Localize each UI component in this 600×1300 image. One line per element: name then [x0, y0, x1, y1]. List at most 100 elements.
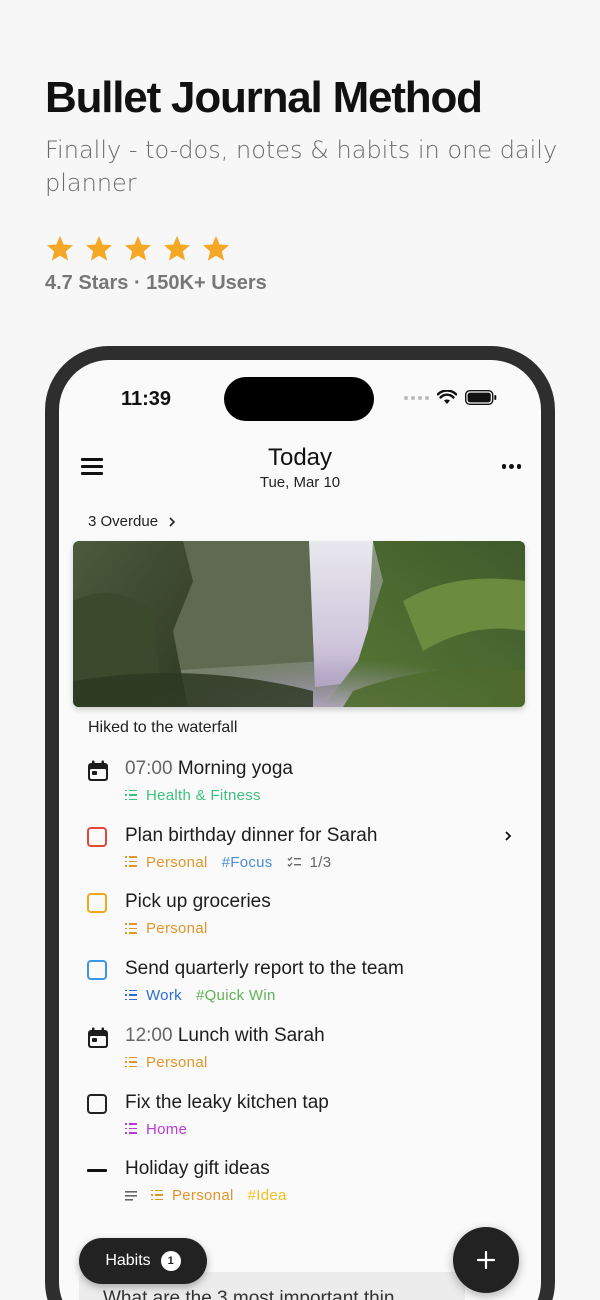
list-icon	[125, 989, 137, 1003]
note-icon	[125, 1191, 137, 1201]
list-tag: Personal	[125, 1054, 208, 1071]
item-title: Plan birthday dinner for Sarah	[125, 825, 377, 847]
tag-label: Work	[146, 987, 182, 1005]
tag-label: 1/3	[309, 853, 332, 871]
note-indicator	[125, 1190, 137, 1201]
hashtag: #Focus	[222, 854, 273, 871]
rating-stars	[45, 234, 565, 264]
expand-chevron-icon[interactable]	[503, 831, 513, 841]
star-icon	[125, 235, 151, 261]
item-title-text: Send quarterly report to the team	[125, 958, 404, 980]
wifi-icon	[437, 390, 457, 404]
phone-screen: 11:39 Today Tue, Mar 10 3 Overdue Hiked …	[59, 360, 541, 1300]
list-tag: Work	[125, 987, 182, 1004]
task-item[interactable]: Plan birthday dinner for Sarah Personal #F…	[87, 825, 517, 881]
list-tag: Health & Fitness	[125, 787, 261, 804]
task-checkbox[interactable]	[87, 826, 109, 849]
task-checkbox[interactable]	[87, 893, 109, 915]
hashtag: #Idea	[248, 1187, 287, 1204]
item-meta: Personal	[125, 1054, 208, 1071]
item-meta: Personal	[125, 920, 208, 937]
list-icon	[125, 1056, 137, 1070]
item-meta: Personal #Idea	[125, 1187, 287, 1204]
note-dash-icon	[87, 1160, 109, 1182]
item-title: 12:00 Lunch with Sarah	[125, 1025, 325, 1047]
chevron-right-icon	[169, 516, 176, 527]
tag-label: Health & Fitness	[146, 787, 261, 804]
note-item[interactable]: Holiday gift ideas Personal #Idea	[87, 1158, 517, 1214]
item-title: Pick up groceries	[125, 891, 271, 913]
prompt-text: What are the 3 most important thin	[103, 1288, 395, 1300]
subtask-progress: 1/3	[287, 854, 332, 871]
item-meta: Personal #Focus 1/3	[125, 854, 331, 871]
task-item[interactable]: Send quarterly report to the team Work #Qu…	[87, 958, 517, 1014]
overdue-link[interactable]: 3 Overdue	[88, 513, 176, 530]
event-item[interactable]: 07:00 Morning yoga Health & Fitness	[87, 758, 517, 814]
list-tag: Personal	[125, 920, 208, 937]
tag-label: #Idea	[247, 1187, 287, 1205]
item-title-text: Holiday gift ideas	[125, 1158, 270, 1180]
tag-label: Personal	[146, 920, 208, 938]
calendar-icon	[87, 760, 109, 782]
list-icon	[151, 1189, 163, 1203]
star-icon	[47, 235, 73, 261]
page-date: Tue, Mar 10	[259, 474, 341, 491]
promo-title: Bullet Journal Method	[45, 73, 483, 122]
item-title: Fix the leaky kitchen tap	[125, 1092, 329, 1114]
hashtag: #Quick Win	[196, 987, 276, 1004]
list-tag: Personal	[151, 1187, 234, 1204]
photo-caption: Hiked to the waterfall	[88, 719, 238, 736]
waterfall-image	[73, 541, 525, 707]
item-title-text: Lunch with Sarah	[177, 1024, 325, 1046]
star-icon	[86, 235, 112, 261]
calendar-icon	[87, 1027, 109, 1049]
promo-header: Bullet Journal Method Finally - to-dos, …	[45, 72, 565, 295]
add-entry-button[interactable]	[453, 1227, 519, 1293]
item-title: 07:00 Morning yoga	[125, 758, 293, 780]
item-title: Send quarterly report to the team	[125, 958, 404, 980]
list-tag: Personal	[125, 854, 208, 871]
phone-frame: 11:39 Today Tue, Mar 10 3 Overdue Hiked …	[45, 346, 555, 1300]
item-meta: Home	[125, 1121, 187, 1138]
signal-icon	[404, 395, 429, 400]
item-title-text: Plan birthday dinner for Sarah	[125, 824, 378, 846]
list-icon	[125, 1122, 137, 1136]
status-icons	[404, 390, 497, 405]
journal-photo[interactable]	[73, 541, 525, 707]
habits-button[interactable]: Habits 1	[79, 1238, 207, 1284]
task-item[interactable]: Pick up groceries Personal	[87, 891, 517, 947]
item-title-text: Fix the leaky kitchen tap	[125, 1091, 329, 1113]
habits-label: Habits	[105, 1252, 151, 1269]
more-options-icon[interactable]	[501, 464, 521, 469]
task-item[interactable]: Fix the leaky kitchen tap Home	[87, 1092, 517, 1148]
rating-text: 4.7 Stars · 150K+ Users	[45, 272, 267, 294]
top-bar: Today Tue, Mar 10	[59, 444, 541, 504]
list-icon	[125, 922, 137, 936]
star-icon	[164, 235, 190, 261]
page-title: Today	[267, 444, 333, 471]
tag-label: Home	[146, 1120, 188, 1138]
item-meta: Work #Quick Win	[125, 987, 276, 1004]
plus-icon	[476, 1250, 496, 1270]
item-title-text: Pick up groceries	[125, 891, 271, 913]
dynamic-island	[224, 377, 374, 421]
tag-label: #Focus	[221, 853, 273, 871]
task-checkbox[interactable]	[87, 960, 109, 982]
subtasks-icon	[287, 856, 301, 868]
list-icon	[125, 789, 137, 803]
item-time: 12:00	[125, 1024, 178, 1046]
task-checkbox[interactable]	[87, 1093, 109, 1116]
header-title-block: Today Tue, Mar 10	[59, 444, 541, 491]
promo-subtitle: Finally - to-dos, notes & habits in one …	[45, 136, 558, 197]
list-tag: Home	[125, 1121, 187, 1138]
star-icon	[203, 235, 229, 261]
habits-count-badge: 1	[160, 1251, 181, 1271]
item-title: Holiday gift ideas	[125, 1158, 270, 1180]
item-title-text: Morning yoga	[177, 758, 293, 779]
battery-icon	[465, 390, 497, 405]
event-item[interactable]: 12:00 Lunch with Sarah Personal	[87, 1025, 517, 1081]
tag-label: Personal	[146, 1053, 208, 1071]
item-time: 07:00	[125, 758, 178, 779]
tag-label: Personal	[172, 1187, 234, 1205]
overdue-label: 3 Overdue	[88, 513, 159, 530]
